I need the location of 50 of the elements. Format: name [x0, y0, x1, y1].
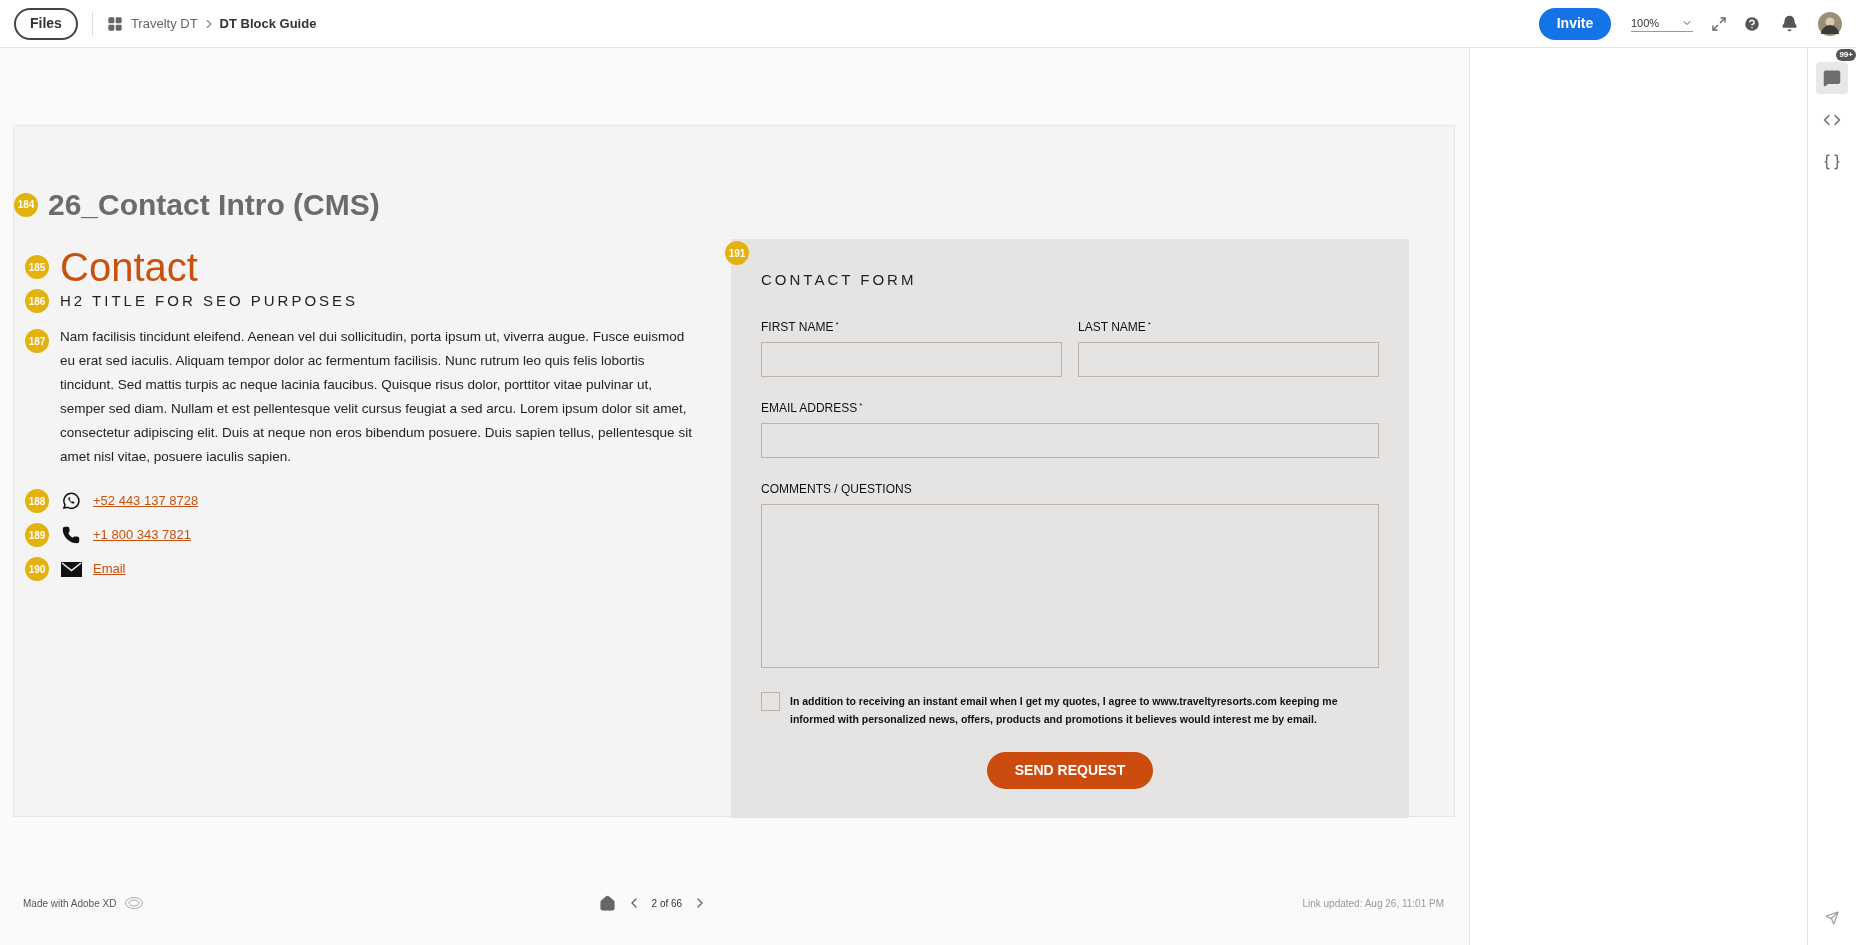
contact-link[interactable]: +1 800 343 7821: [93, 525, 191, 545]
annotation-badge: 185: [25, 255, 49, 279]
field-label: EMAIL ADDRESS $^{*}$: [761, 399, 864, 417]
seo-subtitle: H2 TITLE FOR SEO PURPOSES: [60, 290, 359, 311]
field-label: LAST NAME $^{*}$: [1078, 318, 1152, 336]
braces-icon: [1823, 153, 1841, 171]
annotation-badge: 191: [725, 241, 749, 265]
text-field[interactable]: [1078, 341, 1379, 377]
phone-icon: [62, 526, 80, 544]
home-icon[interactable]: [598, 894, 616, 912]
body-paragraph: Nam facilisis tincidunt eleifend. Aenean vel dui sollicitudin, porta ipsum ut, viverra augue. Fusce euismod eu erat sed iaculis. Aliquam tempor dolor ac fermentum facilisis. Nunc rutrum leo quis felis lobortis tincidunt. Sed mattis turpis ac neque lacinia faucibus. Quisque risus dolor, porttitor vitae pulvinar ut, semper sed diam. Nullam et est pellentesque velit cursus feugiat a sed arcu. Lorem ipsum dolor sit amet, consectetur adipiscing elit. Duis at neque non eros bibendum posuere. Duis sapien tellus, pellentesque sit amet nisl vitae, posuere iaculis sapien.: [60, 328, 693, 466]
made-with-label: Made with Adobe XD: [23, 896, 117, 911]
envelope-icon: [60, 561, 82, 577]
comment-icon: [1823, 69, 1841, 87]
annotation-badge: 184: [14, 192, 38, 217]
artboard-title: 26_Contact Intro (CMS): [48, 187, 380, 223]
field-label: FIRST NAME $^{*}$: [761, 318, 840, 336]
send-icon[interactable]: [1825, 911, 1839, 925]
text-field[interactable]: [761, 341, 1062, 377]
form-title: CONTACT FORM: [761, 270, 918, 290]
consent-checkbox[interactable]: [761, 691, 780, 711]
send-request-button[interactable]: SEND REQUEST: [987, 751, 1153, 789]
page-counter: 2 of 66: [651, 896, 683, 911]
text-field[interactable]: [761, 422, 1379, 458]
contact-link[interactable]: Email: [93, 559, 126, 579]
grid-icon[interactable]: [106, 15, 123, 32]
annotation-badge: 190: [25, 557, 49, 581]
avatar[interactable]: [1818, 11, 1842, 36]
contact-heading: Contact: [60, 245, 198, 289]
fullscreen-icon[interactable]: [1711, 15, 1727, 32]
whatsapp-icon: [61, 491, 81, 511]
annotation-badge: 188: [25, 489, 49, 513]
consent-text: In addition to receiving an instant email when I get my quotes, I agree to www.traveltyresorts.com keeping me informed with personalized news, offers, products and promotions it believes would interest me by email.: [790, 693, 1339, 727]
invite-button[interactable]: Invite: [1539, 7, 1611, 40]
help-icon[interactable]: [1743, 14, 1761, 33]
zoom-dropdown[interactable]: 100%: [1631, 14, 1693, 33]
notifications-icon[interactable]: [1781, 15, 1798, 32]
contact-link[interactable]: +52 443 137 8728: [93, 491, 199, 511]
breadcrumb-link[interactable]: DT Block Guide: [219, 13, 317, 34]
field-label: COMMENTS / QUESTIONS: [761, 480, 913, 498]
annotation-badge: 189: [25, 523, 49, 547]
breadcrumb-link[interactable]: Travelty DT: [130, 13, 198, 34]
comments-field[interactable]: [761, 503, 1379, 668]
cloud-logo-icon: [124, 896, 145, 910]
annotation-badge: 186: [25, 289, 49, 313]
count-badge: 99+: [1836, 49, 1856, 61]
files-button[interactable]: Files: [14, 7, 78, 40]
link-updated-label: Link updated: Aug 26, 11:01 PM: [1302, 896, 1444, 911]
annotation-badge: 187: [25, 329, 49, 353]
side-panel-tab[interactable]: [1816, 62, 1848, 94]
